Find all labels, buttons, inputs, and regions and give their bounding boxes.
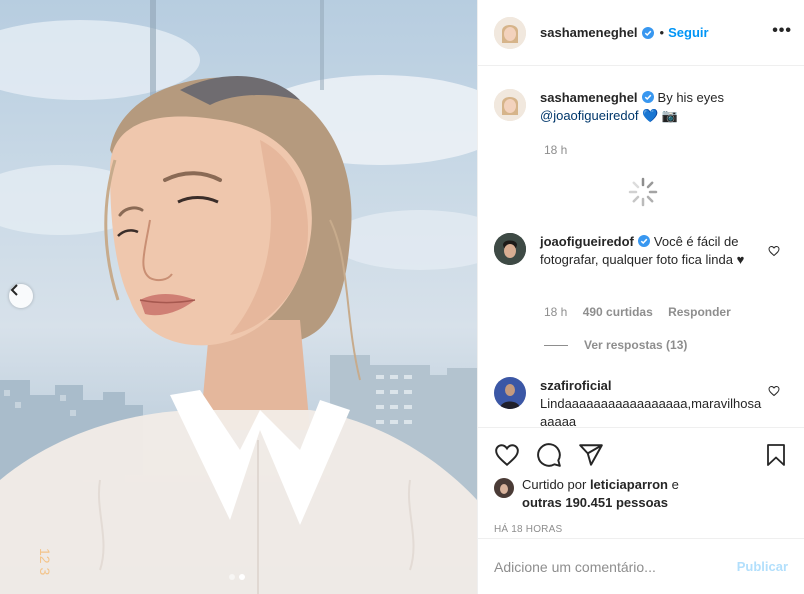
comment-item: joaofigueiredof Você é fácil de fotografa… xyxy=(494,233,764,269)
follow-button[interactable]: Seguir xyxy=(668,25,708,40)
liked-by-text: Curtido por leticiaparron e outras 190.4… xyxy=(522,476,679,512)
carousel-dots xyxy=(229,574,245,580)
carousel-dot xyxy=(229,574,235,580)
caption-body: sashameneghel By his eyes @joaofigueiredo… xyxy=(540,89,724,125)
caption: sashameneghel By his eyes @joaofigueiredo… xyxy=(494,89,788,125)
author-avatar-image xyxy=(494,89,526,121)
author-avatar-image xyxy=(494,16,526,49)
more-options-icon[interactable]: ••• xyxy=(772,23,792,39)
liked-by-prefix: Curtido por xyxy=(522,477,587,492)
verified-badge-icon xyxy=(641,26,654,39)
comment-username[interactable]: joaofigueiredof xyxy=(540,234,634,249)
caption-emoji: 💙 📷 xyxy=(642,108,679,123)
separator-dot: • xyxy=(659,25,665,40)
loading-spinner-icon xyxy=(628,177,658,210)
comment-item: szafiroficial Lindaaaaaaaaaaaaaaaaa,mara… xyxy=(494,377,764,427)
avatar[interactable] xyxy=(494,89,526,121)
chevron-left-icon xyxy=(10,284,18,296)
bookmark-icon[interactable] xyxy=(764,442,788,468)
view-replies-label: Ver respostas (13) xyxy=(584,338,688,352)
avatar[interactable] xyxy=(494,233,526,265)
comment-icon[interactable] xyxy=(536,442,562,468)
post-side-panel: sashameneghel • Seguir ••• sashameneghel… xyxy=(477,0,804,594)
comment-time[interactable]: 18 h xyxy=(544,305,567,319)
replies-divider xyxy=(544,344,568,346)
comment-body: szafiroficial Lindaaaaaaaaaaaaaaaaa,mara… xyxy=(540,377,762,427)
post-modal: 12 3 sashameneghel • Seguir ••• sashamen… xyxy=(0,0,804,594)
avatar[interactable] xyxy=(494,16,526,49)
commenter-avatar-image xyxy=(494,377,526,409)
comments-list[interactable]: sashameneghel By his eyes @joaofigueiredo… xyxy=(478,67,804,427)
heart-icon[interactable] xyxy=(494,442,520,468)
comment-like-icon[interactable] xyxy=(768,245,780,257)
publish-button[interactable]: Publicar xyxy=(737,559,788,574)
author-username[interactable]: sashameneghel xyxy=(540,25,638,40)
avatar[interactable] xyxy=(494,478,514,498)
photo-timestamp: 12 3 xyxy=(37,548,53,575)
post-time-ago[interactable]: HÁ 18 HORAS xyxy=(494,524,788,535)
post-actions: Curtido por leticiaparron e outras 190.4… xyxy=(478,427,804,535)
caption-mention-link[interactable]: @joaofigueiredof xyxy=(540,108,638,123)
avatar[interactable] xyxy=(494,377,526,409)
comment-likes[interactable]: 490 curtidas xyxy=(583,305,653,319)
add-comment-bar: Publicar xyxy=(478,538,804,594)
comment-text: Lindaaaaaaaaaaaaaaaaa,maravilhosaaaaaa xyxy=(540,396,762,427)
liker-avatar-image xyxy=(494,478,514,498)
comment-body: joaofigueiredof Você é fácil de fotografa… xyxy=(540,233,764,269)
verified-badge-icon xyxy=(637,235,650,247)
caption-time[interactable]: 18 h xyxy=(544,143,567,157)
caption-meta: 18 h xyxy=(544,143,579,157)
liked-by-user-link[interactable]: leticiaparron xyxy=(590,477,668,492)
liked-by: Curtido por leticiaparron e outras 190.4… xyxy=(494,476,788,512)
caption-username[interactable]: sashameneghel xyxy=(540,90,638,105)
comment-input[interactable] xyxy=(494,558,737,575)
action-bar xyxy=(494,440,788,470)
comment-meta: 18 h 490 curtidas Responder xyxy=(544,305,743,319)
view-replies-button[interactable]: Ver respostas (13) xyxy=(544,338,687,352)
carousel-dot-active xyxy=(239,574,245,580)
share-icon[interactable] xyxy=(578,442,604,468)
reply-button[interactable]: Responder xyxy=(668,305,731,319)
caption-text: By his eyes xyxy=(657,90,725,105)
carousel-prev-button[interactable] xyxy=(9,284,33,308)
liked-by-conj: e xyxy=(671,477,679,492)
verified-badge-icon xyxy=(641,91,654,103)
post-header: sashameneghel • Seguir ••• xyxy=(478,0,804,66)
post-photo[interactable]: 12 3 xyxy=(0,0,477,594)
comment-like-icon[interactable] xyxy=(768,385,780,397)
portrait-illustration: 12 3 xyxy=(0,0,477,594)
commenter-avatar-image xyxy=(494,233,526,265)
comment-username[interactable]: szafiroficial xyxy=(540,378,612,393)
likes-count-link[interactable]: outras 190.451 pessoas xyxy=(522,495,668,510)
